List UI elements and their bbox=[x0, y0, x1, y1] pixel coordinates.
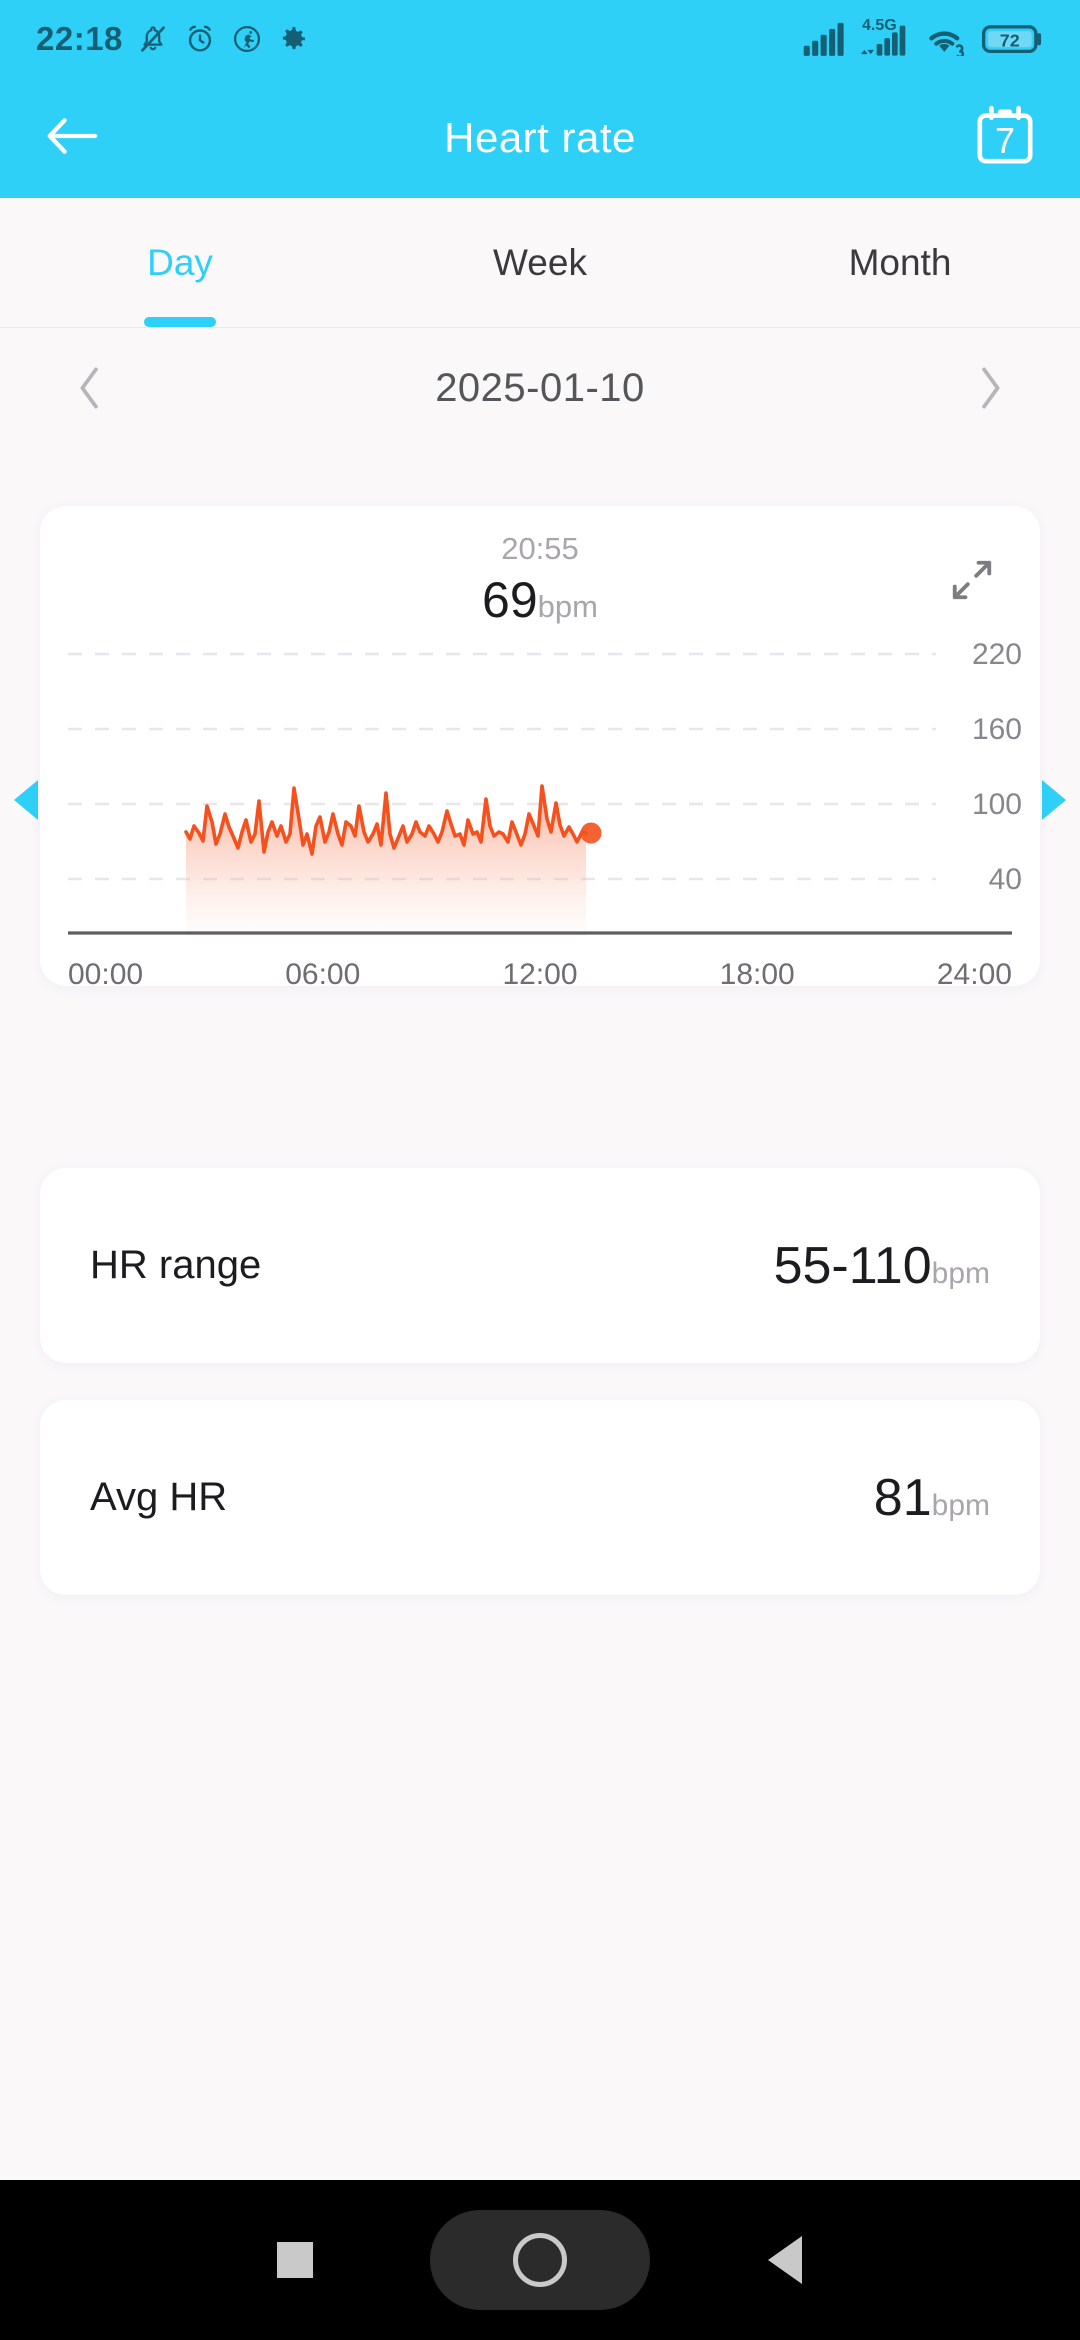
triangle-back-icon bbox=[768, 2236, 802, 2284]
tab-active-indicator bbox=[144, 317, 216, 327]
x-tick-2400: 24:00 bbox=[936, 958, 1012, 991]
selected-bpm-unit: bpm bbox=[537, 588, 598, 624]
hr-range-value: 55-110 bbox=[773, 1236, 932, 1295]
date-navigator: 2025-01-10 bbox=[0, 328, 1080, 448]
tab-month[interactable]: Month bbox=[720, 198, 1080, 327]
y-tick-160: 160 bbox=[971, 713, 1022, 746]
selected-bpm-value: 69 bbox=[482, 571, 538, 628]
pager-previous-arrow[interactable] bbox=[14, 780, 38, 820]
avg-hr-unit: bpm bbox=[931, 1488, 990, 1522]
hr-range-label: HR range bbox=[90, 1243, 262, 1287]
tab-week[interactable]: Week bbox=[360, 198, 720, 327]
tab-month-label: Month bbox=[848, 241, 952, 283]
calendar-button[interactable]: 7 bbox=[974, 103, 1036, 174]
chart-x-axis: 00:00 06:00 12:00 18:00 24:00 bbox=[40, 958, 1040, 992]
expand-icon bbox=[952, 560, 992, 600]
period-tabs: Day Week Month bbox=[0, 198, 1080, 328]
avg-hr-value-group: 81bpm bbox=[874, 1472, 990, 1524]
y-tick-40: 40 bbox=[988, 863, 1022, 896]
x-tick-0000: 00:00 bbox=[68, 958, 144, 991]
y-tick-100: 100 bbox=[971, 788, 1022, 821]
y-tick-220: 220 bbox=[971, 638, 1022, 671]
avg-hr-value: 81 bbox=[873, 1468, 932, 1527]
heart-rate-chart-card: 20:55 69bpm 220 160 100 40 00:00 06:00 1… bbox=[40, 506, 1040, 991]
chart-y-axis: 220 160 100 40 bbox=[932, 636, 1022, 895]
back-button[interactable] bbox=[44, 113, 100, 164]
hr-range-card[interactable]: HR range 55-110bpm bbox=[40, 1168, 1040, 1363]
avg-hr-card[interactable]: Avg HR 81bpm bbox=[40, 1400, 1040, 1595]
chevron-left-icon bbox=[80, 367, 98, 409]
selected-reading: 20:55 69bpm bbox=[40, 530, 1040, 625]
tab-week-label: Week bbox=[493, 241, 587, 283]
system-back-button[interactable] bbox=[725, 2210, 845, 2310]
network-type-label: 4.5G bbox=[862, 17, 897, 34]
x-tick-0600: 06:00 bbox=[285, 958, 361, 991]
circle-icon bbox=[513, 2233, 567, 2287]
status-bar: 22:18 4.5G 72 bbox=[0, 0, 1080, 78]
status-bar-right: 4.5G 72 bbox=[802, 18, 1044, 56]
status-time: 22:18 bbox=[36, 20, 123, 57]
status-bar-left: 22:18 bbox=[36, 20, 309, 58]
home-button[interactable] bbox=[480, 2210, 600, 2310]
bell-muted-icon bbox=[140, 26, 165, 52]
network-type-indicator: 4.5G bbox=[860, 18, 910, 56]
pager-next-arrow[interactable] bbox=[1042, 780, 1066, 820]
next-day-button[interactable] bbox=[950, 348, 1030, 428]
svg-text:72: 72 bbox=[1000, 31, 1020, 51]
selected-value: 69bpm bbox=[40, 575, 1040, 625]
activity-icon bbox=[233, 25, 260, 53]
recents-button[interactable] bbox=[235, 2210, 355, 2310]
tab-day[interactable]: Day bbox=[0, 198, 360, 327]
signal-bars-icon bbox=[803, 22, 844, 56]
system-navigation-bar bbox=[0, 2180, 1080, 2340]
expand-chart-button[interactable] bbox=[944, 552, 1000, 608]
arrow-left-icon bbox=[47, 117, 98, 154]
x-tick-1800: 18:00 bbox=[719, 958, 795, 991]
page-title: Heart rate bbox=[444, 114, 636, 161]
battery-icon: 72 bbox=[982, 25, 1042, 54]
alarm-clock-icon bbox=[188, 25, 212, 52]
tab-day-label: Day bbox=[147, 241, 213, 283]
gear-icon bbox=[282, 27, 305, 50]
hr-range-value-group: 55-110bpm bbox=[774, 1240, 990, 1292]
heart-rate-series bbox=[184, 784, 588, 936]
calendar-day-label: 7 bbox=[994, 119, 1016, 161]
selected-time-label: 20:55 bbox=[501, 531, 579, 566]
x-tick-1200: 12:00 bbox=[502, 958, 578, 991]
current-date-label: 2025-01-10 bbox=[435, 365, 645, 410]
wifi-icon bbox=[929, 31, 965, 56]
heart-rate-plot[interactable] bbox=[40, 636, 1040, 936]
previous-day-button[interactable] bbox=[50, 348, 130, 428]
square-icon bbox=[277, 2242, 313, 2278]
app-header: Heart rate 7 bbox=[0, 78, 1080, 198]
avg-hr-label: Avg HR bbox=[90, 1475, 228, 1519]
hr-range-unit: bpm bbox=[931, 1256, 990, 1290]
chevron-right-icon bbox=[982, 367, 1000, 409]
